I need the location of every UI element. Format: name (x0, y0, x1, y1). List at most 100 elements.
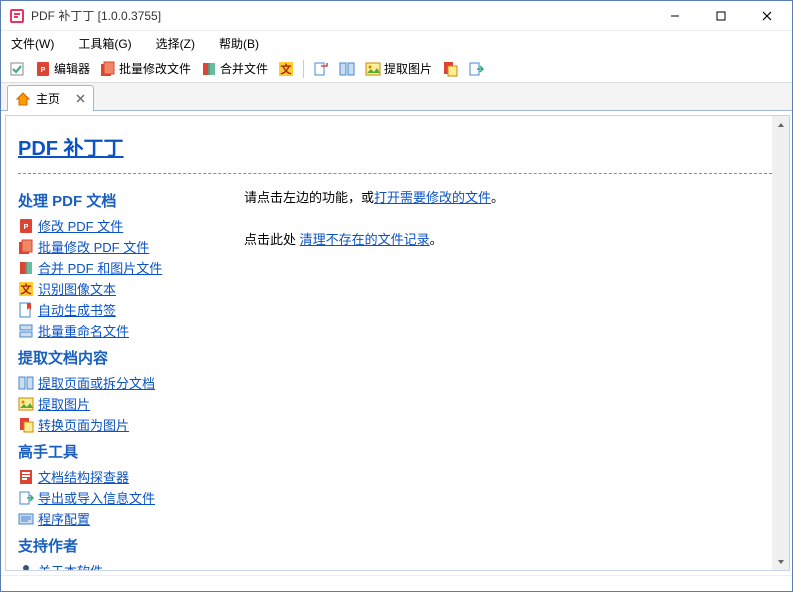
image-icon (365, 61, 381, 77)
tab-close-icon[interactable] (76, 92, 85, 106)
convert-icon (442, 61, 458, 77)
link-ocr[interactable]: 识别图像文本 (38, 279, 116, 298)
close-button[interactable] (744, 1, 790, 31)
image-icon (18, 396, 34, 412)
export-icon (468, 61, 484, 77)
link-structure[interactable]: 文档结构探查器 (38, 467, 129, 486)
svg-text:文: 文 (21, 282, 33, 296)
section-process-list: P 修改 PDF 文件 批量修改 PDF 文件 合并 PDF 和图片文件 文识别图… (18, 215, 220, 341)
toolbar-extract-pages2[interactable] (335, 59, 359, 79)
toolbar-extract-img-label: 提取图片 (384, 60, 432, 77)
statusbar (1, 575, 792, 591)
list-item: 批量修改 PDF 文件 (18, 236, 220, 257)
svg-text:文: 文 (281, 62, 293, 76)
toolbar: P编辑器 批量修改文件 合并文件 文 提取图片 (1, 55, 792, 83)
toolbar-batch[interactable]: 批量修改文件 (96, 58, 195, 79)
scroll-track[interactable] (772, 133, 789, 553)
toolbar-ocr[interactable]: 文 (274, 59, 298, 79)
merge-icon (18, 260, 34, 276)
export-icon (18, 490, 34, 506)
link-bookmarks[interactable]: 自动生成书签 (38, 300, 116, 319)
section-support-title: 支持作者 (18, 535, 220, 556)
window-title: PDF 补丁丁 [1.0.0.3755] (31, 7, 652, 24)
list-item: 关于本软件 (18, 560, 220, 570)
section-support-list: 关于本软件 (18, 560, 220, 570)
titlebar: PDF 补丁丁 [1.0.0.3755] (1, 1, 792, 31)
section-process-title: 处理 PDF 文档 (18, 190, 220, 211)
batch-icon (100, 61, 116, 77)
menubar: 文件(W) 工具箱(G) 选择(Z) 帮助(B) (1, 31, 792, 55)
link-info[interactable]: 导出或导入信息文件 (38, 488, 155, 507)
svg-text:P: P (24, 224, 29, 231)
list-item: 文识别图像文本 (18, 278, 220, 299)
page-header: PDF 补丁丁 (6, 116, 789, 165)
main-line1-a: 请点击左边的功能，或 (244, 190, 374, 205)
home-icon (16, 92, 30, 106)
menu-file[interactable]: 文件(W) (7, 33, 58, 54)
toolbar-extract-pages[interactable] (309, 59, 333, 79)
toolbar-extract-img[interactable]: 提取图片 (361, 58, 436, 79)
section-advanced-list: 文档结构探查器 导出或导入信息文件 程序配置 (18, 466, 220, 529)
link-about[interactable]: 关于本软件 (38, 561, 103, 570)
link-config[interactable]: 程序配置 (38, 509, 90, 528)
toolbar-editor[interactable]: P编辑器 (31, 58, 94, 79)
ocr-icon: 文 (278, 61, 294, 77)
main-line1: 请点击左边的功能，或打开需要修改的文件。 (244, 188, 775, 209)
scroll-up-icon[interactable] (772, 116, 789, 133)
main-line1-b: 。 (491, 190, 504, 205)
rename-icon (18, 323, 34, 339)
link-modify[interactable]: 修改 PDF 文件 (38, 216, 123, 235)
link-rename[interactable]: 批量重命名文件 (38, 321, 129, 340)
list-item: 合并 PDF 和图片文件 (18, 257, 220, 278)
divider (18, 173, 777, 174)
toolbar-batch-label: 批量修改文件 (119, 60, 191, 77)
link-to-image[interactable]: 转换页面为图片 (38, 415, 129, 434)
ocr-icon: 文 (18, 281, 34, 297)
link-batch-modify[interactable]: 批量修改 PDF 文件 (38, 237, 149, 256)
batch-icon (18, 239, 34, 255)
section-extract-list: 提取页面或拆分文档 提取图片 转换页面为图片 (18, 372, 220, 435)
toolbar-separator (303, 60, 304, 78)
link-clean-records[interactable]: 清理不存在的文件记录 (300, 232, 430, 247)
section-advanced-title: 高手工具 (18, 441, 220, 462)
minimize-button[interactable] (652, 1, 698, 31)
link-extract-images[interactable]: 提取图片 (38, 394, 90, 413)
menu-tools[interactable]: 工具箱(G) (74, 33, 135, 54)
toolbar-merge-label: 合并文件 (220, 60, 268, 77)
main-line2-b: 。 (430, 232, 443, 247)
toolbar-checkbox[interactable] (5, 59, 29, 79)
list-item: 转换页面为图片 (18, 414, 220, 435)
menu-select[interactable]: 选择(Z) (152, 33, 199, 54)
content-frame: PDF 补丁丁 处理 PDF 文档 P 修改 PDF 文件 批量修改 PDF 文件… (5, 115, 790, 571)
list-item: P 修改 PDF 文件 (18, 215, 220, 236)
convert-icon (18, 417, 34, 433)
toolbar-export[interactable] (464, 59, 488, 79)
pdf-icon: P (35, 61, 51, 77)
vertical-scrollbar[interactable] (772, 116, 789, 570)
section-extract-title: 提取文档内容 (18, 347, 220, 368)
person-icon (18, 563, 34, 571)
app-window: PDF 补丁丁 [1.0.0.3755] 文件(W) 工具箱(G) 选择(Z) … (0, 0, 793, 592)
link-merge[interactable]: 合并 PDF 和图片文件 (38, 258, 162, 277)
link-open-file[interactable]: 打开需要修改的文件 (374, 190, 491, 205)
list-item: 程序配置 (18, 508, 220, 529)
scroll-down-icon[interactable] (772, 553, 789, 570)
checkbox-icon (9, 61, 25, 77)
tab-home[interactable]: 主页 (7, 85, 94, 111)
app-icon (9, 8, 25, 24)
toolbar-merge[interactable]: 合并文件 (197, 58, 272, 79)
maximize-button[interactable] (698, 1, 744, 31)
content-area: PDF 补丁丁 处理 PDF 文档 P 修改 PDF 文件 批量修改 PDF 文件… (1, 111, 792, 575)
structure-icon (18, 469, 34, 485)
split-icon (18, 375, 34, 391)
main-pane: 请点击左边的功能，或打开需要修改的文件。 点击此处 清理不存在的文件记录。 (230, 178, 789, 570)
menu-help[interactable]: 帮助(B) (215, 33, 263, 54)
split-icon (339, 61, 355, 77)
toolbar-convert-img[interactable] (438, 59, 462, 79)
list-item: 批量重命名文件 (18, 320, 220, 341)
link-extract-pages[interactable]: 提取页面或拆分文档 (38, 373, 155, 392)
page-title-link[interactable]: PDF 补丁丁 (18, 138, 124, 160)
list-item: 提取页面或拆分文档 (18, 372, 220, 393)
list-item: 提取图片 (18, 393, 220, 414)
tab-home-label: 主页 (36, 90, 60, 107)
